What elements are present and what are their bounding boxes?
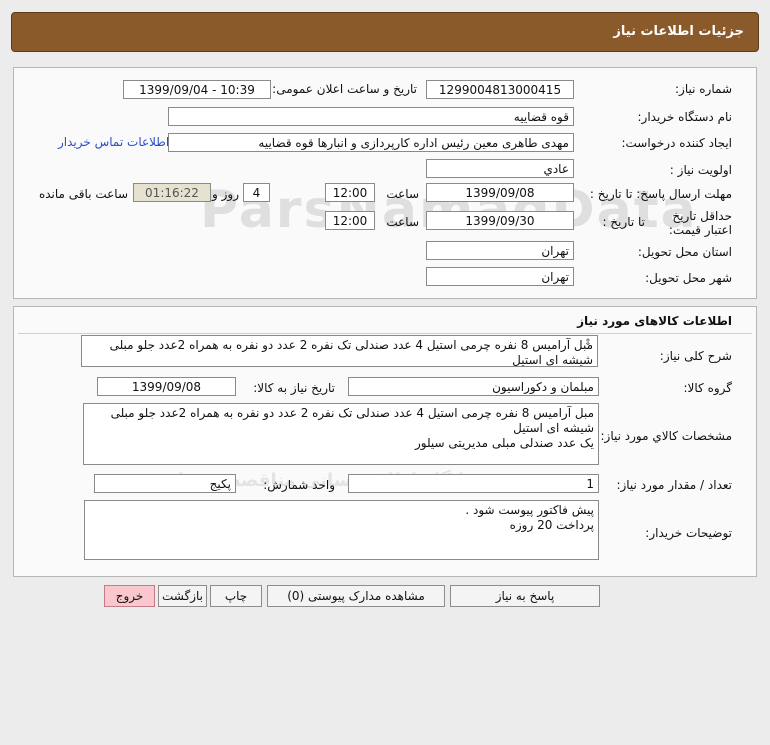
goods-spec-field: مبل آرامیس 8 نفره چرمی استیل 4 عدد صندلی… [83, 403, 599, 465]
days-label: روز و [212, 187, 239, 201]
remaining-time-field: 01:16:22 [133, 183, 211, 202]
need-info-panel [13, 67, 757, 299]
days-remaining-field: 4 [243, 183, 270, 202]
goods-section-title: اطلاعات کالاهای مورد نیاز [577, 314, 732, 328]
print-button[interactable]: چاپ [210, 585, 262, 607]
unit-label: واحد شمارش: [263, 478, 335, 492]
need-date-field: 1399/09/08 [97, 377, 236, 396]
need-number-field: 1299004813000415 [426, 80, 574, 99]
price-time-field: 12:00 [325, 211, 375, 230]
back-button[interactable]: بازگشت [158, 585, 207, 607]
creator-label: ایجاد کننده درخواست: [621, 136, 732, 150]
buyer-notes-label: توضیحات خریدار: [645, 526, 732, 540]
buyer-contact-link[interactable]: اطلاعات تماس خریدار [58, 135, 169, 149]
goods-group-label: گروه کالا: [683, 381, 733, 395]
goods-spec-label: مشخصات کالاي مورد نياز: [600, 429, 732, 443]
resize-handle-icon[interactable]: ⇕ [584, 338, 592, 348]
exit-button[interactable]: خروج [104, 585, 155, 607]
unit-field: پکیج [94, 474, 236, 493]
quantity-field: 1 [348, 474, 599, 493]
need-date-label: تاریخ نیاز به کالا: [253, 381, 335, 395]
remaining-time-label: ساعت باقی مانده [38, 187, 128, 201]
reply-date-field: 1399/09/08 [426, 183, 574, 202]
need-desc-label: شرح کلی نیاز: [659, 349, 732, 363]
quantity-label: تعداد / مقدار مورد نیاز: [616, 478, 732, 492]
priority-label: اولویت نیاز : [669, 163, 732, 177]
province-field: تهران [426, 241, 574, 260]
city-field: تهران [426, 267, 574, 286]
price-time-label: ساعت [386, 215, 419, 229]
announce-date-field: 1399/09/04 - 10:39 [123, 80, 271, 99]
reply-time-field: 12:00 [325, 183, 375, 202]
page-title: جزئیات اطلاعات نیاز [613, 24, 744, 39]
view-attachments-button[interactable]: مشاهده مدارک پیوستی (0) [267, 585, 445, 607]
reply-time-label: ساعت [386, 187, 419, 201]
buyer-notes-field: پیش فاکتور پیوست شود . پرداخت 20 روزه [84, 500, 599, 560]
reply-button[interactable]: پاسخ به نیاز [450, 585, 600, 607]
price-validity-label: حداقل تاریخ اعتبار قیمت: [668, 209, 732, 237]
buyer-org-label: نام دستگاه خریدار: [637, 110, 733, 124]
goods-group-field: مبلمان و دکوراسیون [348, 377, 599, 396]
announce-date-label: تاریخ و ساعت اعلان عمومی: [272, 82, 417, 96]
priority-field: عادي [426, 159, 574, 178]
reply-deadline-label: مهلت ارسال پاسخ: تا تاریخ : [589, 187, 732, 201]
section-divider [18, 333, 752, 334]
need-desc-field: مبل آرامیس 8 نفره چرمی استیل 4 عدد صندلی… [81, 335, 598, 367]
price-to-date-label: تا تاریخ : [602, 215, 645, 229]
buyer-org-field: قوه قضاییه [168, 107, 574, 126]
price-date-field: 1399/09/30 [426, 211, 574, 230]
page-header: جزئیات اطلاعات نیاز [11, 12, 759, 52]
need-number-label: شماره نیاز: [675, 82, 732, 96]
province-label: استان محل تحویل: [637, 245, 732, 259]
creator-field: مهدی طاهری معین رئیس اداره کارپردازی و ا… [168, 133, 574, 152]
city-label: شهر محل تحویل: [645, 271, 732, 285]
